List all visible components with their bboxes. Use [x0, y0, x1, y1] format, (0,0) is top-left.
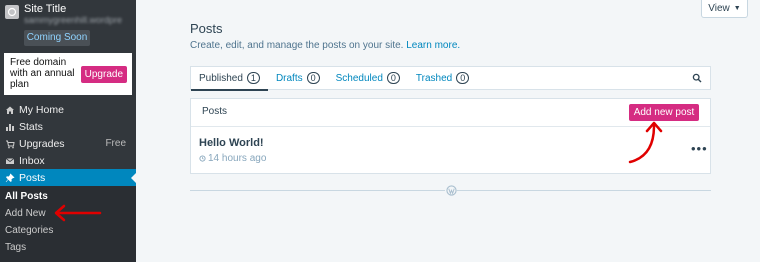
site-title[interactable]: Site Title: [24, 3, 66, 15]
tab-count: 0: [306, 72, 320, 84]
tab-label: Scheduled: [335, 72, 383, 84]
pin-icon: [5, 172, 15, 183]
sidebar-item-label: Upgrades: [19, 137, 65, 150]
sidebar-item-label: My Home: [19, 103, 64, 116]
promo-text: Free domain with an annual plan: [10, 57, 75, 90]
view-button[interactable]: View ▼: [701, 0, 748, 18]
mail-icon: [5, 156, 15, 166]
tab-published[interactable]: Published 1: [191, 66, 268, 91]
stats-icon: [5, 122, 15, 132]
posts-card-label: Posts: [202, 106, 228, 117]
post-status-tabs: Published 1 Drafts 0 Scheduled 0 Trashed…: [190, 66, 711, 91]
posts-submenu: All Posts Add New Categories Tags: [0, 186, 136, 262]
page-subtitle: Create, edit, and manage the posts on yo…: [190, 40, 460, 51]
cart-icon: [5, 139, 15, 149]
tab-drafts[interactable]: Drafts 0: [268, 66, 328, 90]
add-new-post-button[interactable]: Add new post: [629, 104, 699, 121]
posts-card-header: Posts Add new post: [191, 99, 710, 127]
view-label: View: [708, 3, 730, 14]
post-title[interactable]: Hello World!: [199, 137, 264, 149]
sidebar-item-label: Stats: [19, 120, 43, 133]
home-icon: [5, 105, 15, 115]
tab-label: Drafts: [275, 72, 303, 84]
submenu-tags[interactable]: Tags: [5, 242, 26, 253]
submenu-all-posts[interactable]: All Posts: [5, 191, 48, 202]
page-title: Posts: [190, 21, 223, 36]
site-url: sammygreenhill.wordpre: [24, 15, 123, 25]
sidebar-item-my-home[interactable]: My Home: [0, 101, 136, 118]
wordpress-logo-icon: [445, 184, 457, 196]
sidebar-item-inbox[interactable]: Inbox: [0, 152, 136, 169]
sidebar-item-upgrades[interactable]: Upgrades Free: [0, 135, 136, 152]
tab-count: 1: [246, 72, 260, 84]
tab-count: 0: [456, 72, 470, 84]
learn-more-link[interactable]: Learn more.: [406, 40, 460, 51]
more-options-icon[interactable]: •••: [691, 142, 708, 155]
chevron-down-icon: ▼: [733, 5, 741, 12]
submenu-categories[interactable]: Categories: [5, 225, 53, 236]
sidebar-item-label: Posts: [19, 171, 46, 184]
subtitle-text: Create, edit, and manage the posts on yo…: [190, 40, 404, 51]
sidebar-item-label: Inbox: [19, 154, 45, 167]
post-time: 14 hours ago: [199, 153, 266, 164]
tab-label: Trashed: [415, 72, 453, 84]
submenu-add-new[interactable]: Add New: [5, 208, 46, 219]
tab-scheduled[interactable]: Scheduled 0: [328, 66, 408, 90]
sidebar-item-posts[interactable]: Posts: [0, 169, 136, 186]
search-icon[interactable]: [692, 73, 702, 83]
site-header[interactable]: Site Title sammygreenhill.wordpre Coming…: [0, 0, 136, 48]
tab-label: Published: [199, 72, 243, 84]
sidebar-item-stats[interactable]: Stats: [0, 118, 136, 135]
posts-card: Posts Add new post Hello World! 14 hours…: [190, 98, 711, 174]
upgrade-button[interactable]: Upgrade: [80, 66, 127, 83]
sidebar: Site Title sammygreenhill.wordpre Coming…: [0, 0, 136, 262]
domain-promo: Free domain with an annual plan Upgrade: [4, 53, 132, 95]
site-icon: [5, 5, 19, 19]
tab-trashed[interactable]: Trashed 0: [408, 66, 477, 90]
clock-icon: [199, 155, 206, 162]
tab-count: 0: [386, 72, 400, 84]
post-time-text: 14 hours ago: [208, 153, 267, 164]
coming-soon-badge[interactable]: Coming Soon: [24, 30, 90, 46]
free-badge: Free: [105, 138, 126, 149]
